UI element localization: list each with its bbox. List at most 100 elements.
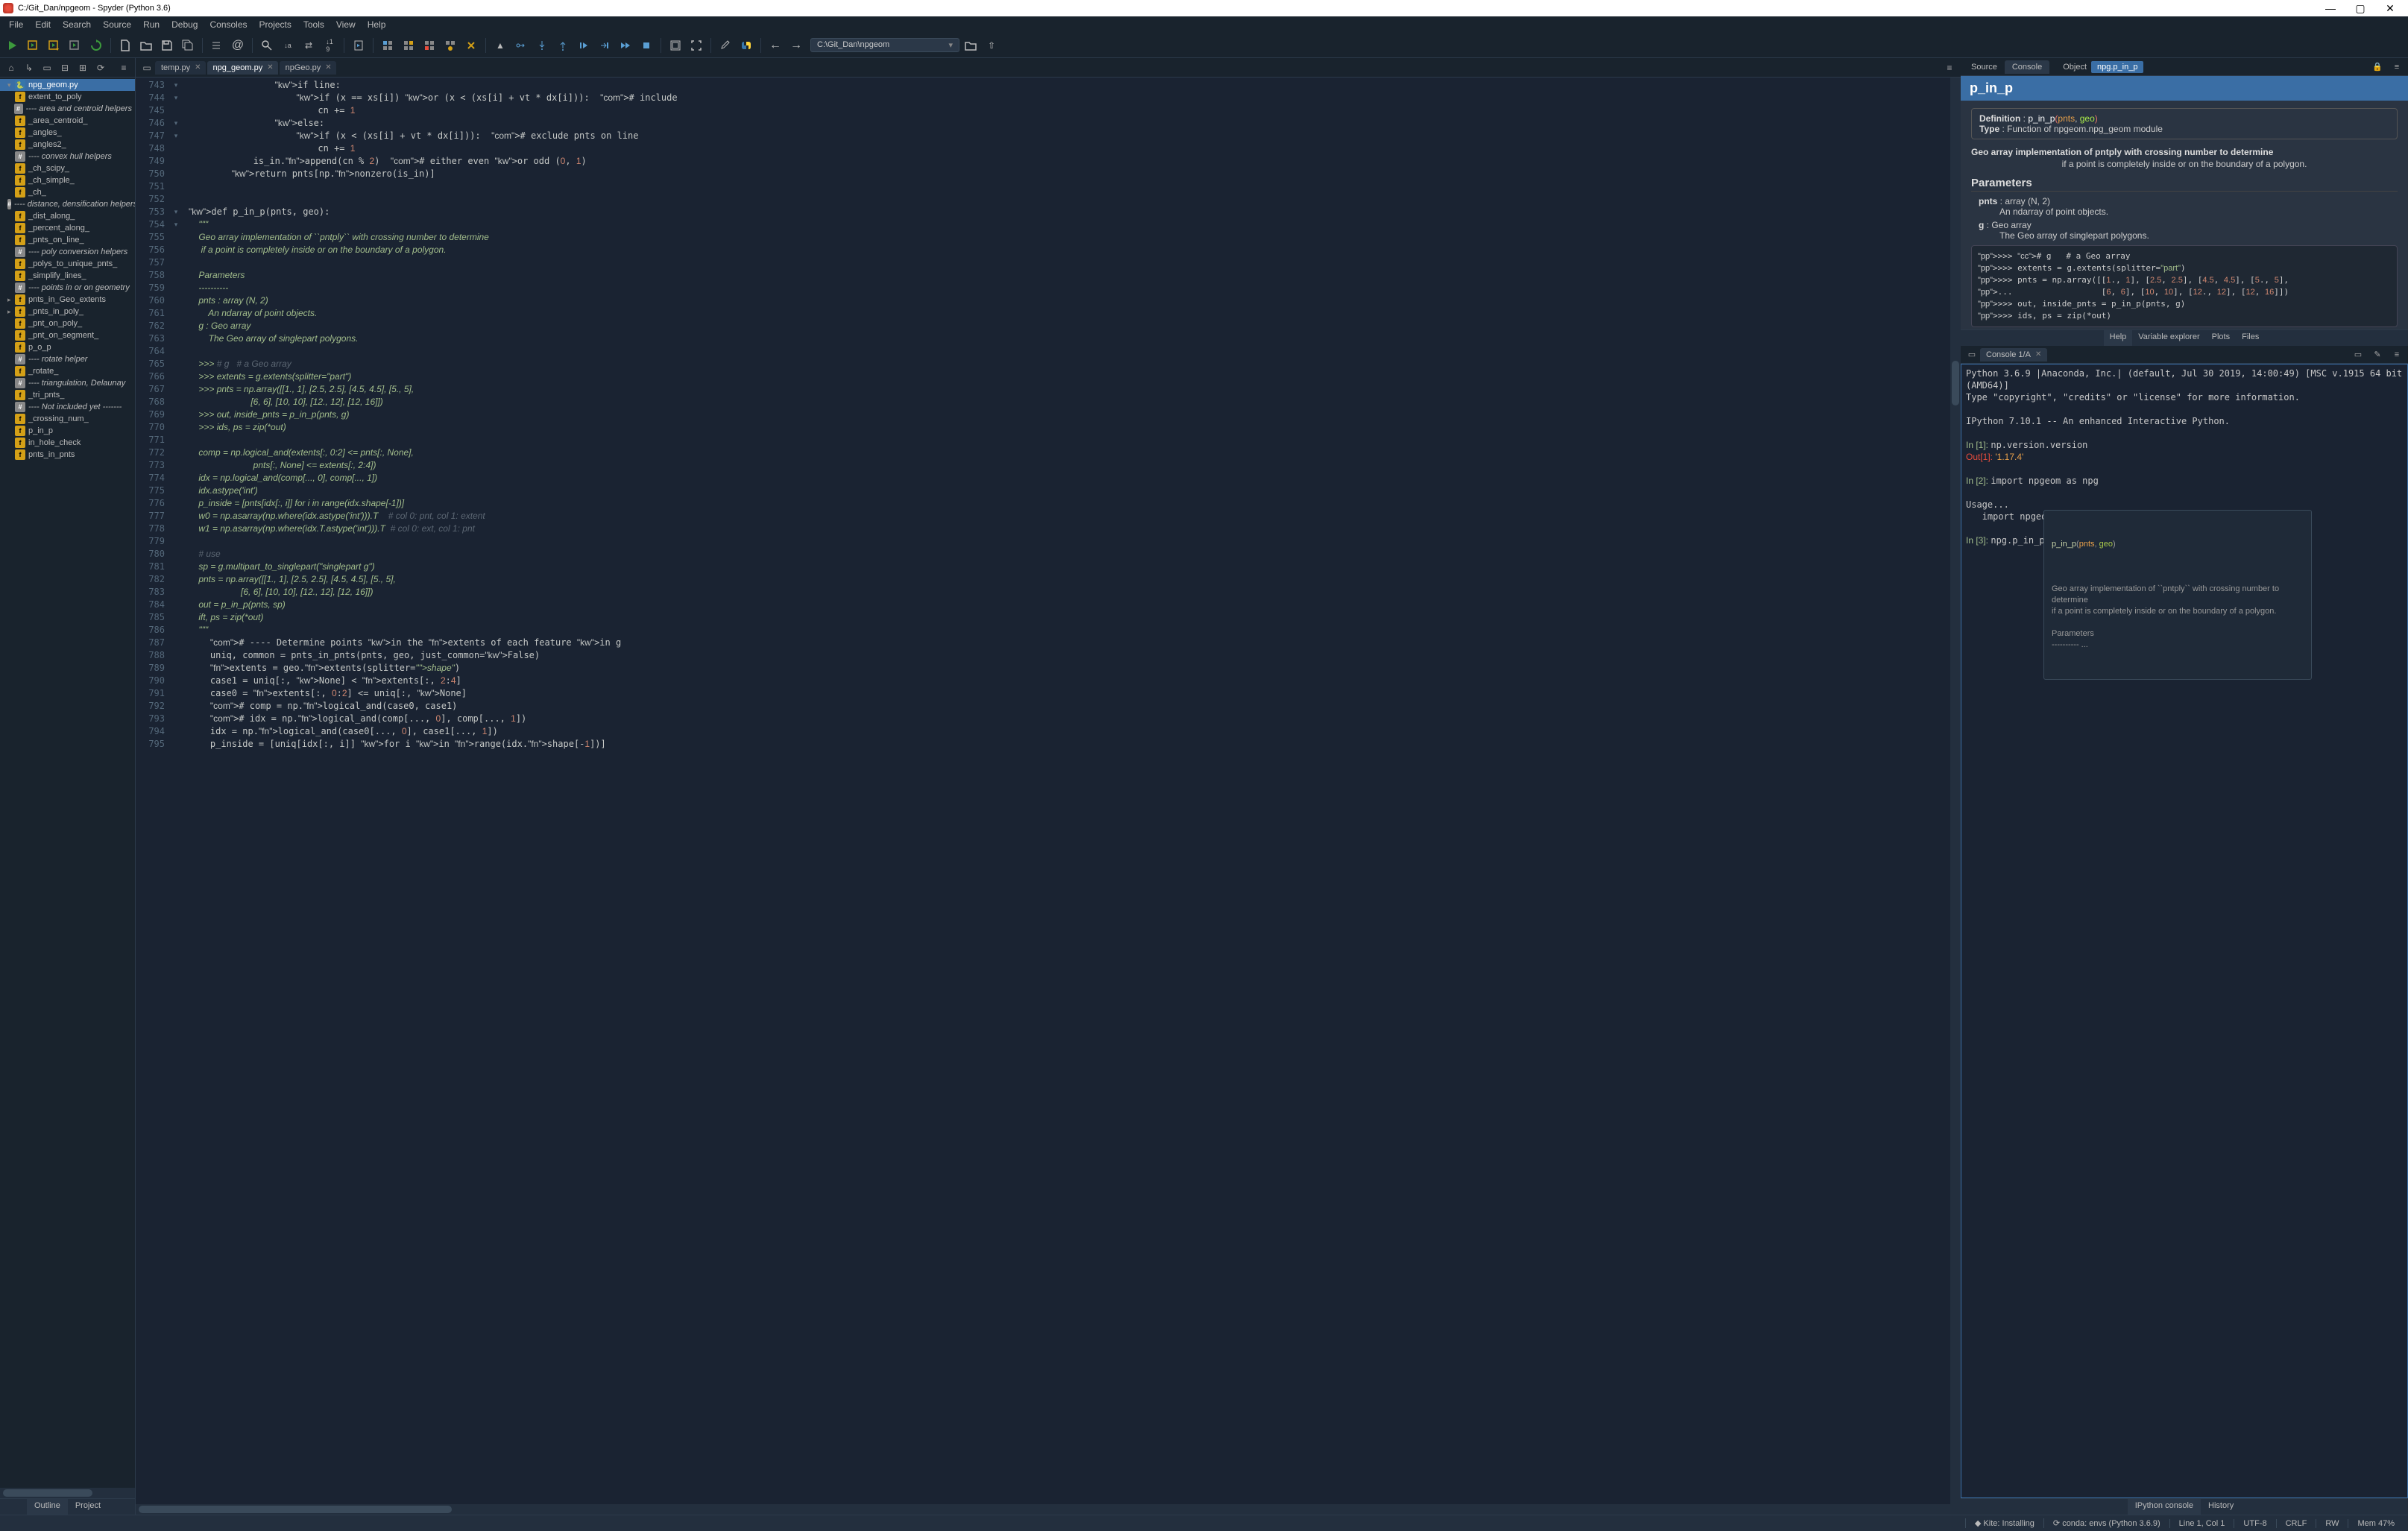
close-button[interactable]: ✕: [2375, 2, 2405, 15]
console-tab-1a[interactable]: Console 1/A✕: [1980, 348, 2047, 362]
cell-nav-button[interactable]: [207, 36, 227, 55]
find-button[interactable]: [257, 36, 277, 55]
editor-browse-icon[interactable]: ▭: [139, 60, 155, 76]
rerun-button[interactable]: [86, 36, 106, 55]
outline-item[interactable]: f_ch_simple_: [0, 174, 135, 186]
debug-continue-button[interactable]: [574, 36, 593, 55]
back-button[interactable]: ←: [766, 36, 785, 55]
outline-doc-icon[interactable]: ▭: [39, 60, 55, 76]
outline-item[interactable]: f_pnt_on_poly_: [0, 318, 135, 329]
outline-item[interactable]: #---- Not included yet -------: [0, 401, 135, 413]
debug-into-button[interactable]: [532, 36, 552, 55]
outline-item[interactable]: #---- distance, densification helpers: [0, 198, 135, 210]
outline-item[interactable]: fextent_to_poly: [0, 91, 135, 103]
console-options-icon[interactable]: ≡: [2389, 347, 2405, 363]
menu-search[interactable]: Search: [57, 18, 97, 31]
outline-item[interactable]: #---- area and centroid helpers: [0, 103, 135, 115]
open-file-button[interactable]: [136, 36, 156, 55]
help-lock-icon[interactable]: 🔒: [2369, 59, 2386, 75]
menu-view[interactable]: View: [330, 18, 362, 31]
editor-tab[interactable]: temp.py✕: [155, 61, 206, 75]
console-browse-icon[interactable]: ▭: [1964, 347, 1980, 363]
debug-goto-button[interactable]: [595, 36, 614, 55]
fullscreen-button[interactable]: [687, 36, 706, 55]
menu-source[interactable]: Source: [97, 18, 137, 31]
remove-button[interactable]: [461, 36, 481, 55]
tab-source[interactable]: Source: [1964, 60, 2005, 74]
outline-item[interactable]: f_tri_pnts_: [0, 389, 135, 401]
maximize-pane-button[interactable]: [666, 36, 685, 55]
outline-item[interactable]: f_pnt_on_segment_: [0, 329, 135, 341]
debug-ff-button[interactable]: [616, 36, 635, 55]
editor-vscroll[interactable]: [1950, 78, 1961, 1504]
sort-num-button[interactable]: ↓19: [320, 36, 339, 55]
outline-item[interactable]: #---- poly conversion helpers: [0, 246, 135, 258]
parent-dir-button[interactable]: ⇧: [982, 36, 1001, 55]
tab-files[interactable]: Files: [2236, 330, 2265, 346]
outline-home-icon[interactable]: ⌂: [3, 60, 19, 76]
tab-outline[interactable]: Outline: [27, 1499, 68, 1515]
outline-item[interactable]: f_percent_along_: [0, 222, 135, 234]
run-selection-button[interactable]: [66, 36, 85, 55]
grid3-button[interactable]: [420, 36, 439, 55]
outline-item[interactable]: f_dist_along_: [0, 210, 135, 222]
tab-project[interactable]: Project: [68, 1499, 108, 1515]
outline-expand-icon[interactable]: ⊞: [75, 60, 91, 76]
tab-ipython[interactable]: IPython console: [2128, 1499, 2201, 1515]
outline-root[interactable]: ▾🐍npg_geom.py: [0, 79, 135, 91]
close-icon[interactable]: ✕: [2035, 350, 2041, 359]
editor-area[interactable]: 743 744 745 746 747 748 749 750 751 752 …: [136, 78, 1961, 1504]
outline-restore-icon[interactable]: ⟳: [92, 60, 109, 76]
tab-varexp[interactable]: Variable explorer: [2132, 330, 2205, 346]
menu-consoles[interactable]: Consoles: [204, 18, 253, 31]
browse-dir-button[interactable]: [961, 36, 980, 55]
save-all-button[interactable]: [178, 36, 198, 55]
editor-hscroll[interactable]: [136, 1504, 1961, 1515]
object-input[interactable]: npg.p_in_p: [2091, 61, 2143, 73]
outline-item[interactable]: f_rotate_: [0, 365, 135, 377]
tab-plots[interactable]: Plots: [2206, 330, 2236, 346]
debug-step-button[interactable]: [511, 36, 531, 55]
status-conda[interactable]: ⟳ conda: envs (Python 3.6.9): [2043, 1518, 2169, 1528]
outline-item[interactable]: f_ch_: [0, 186, 135, 198]
run-cell-button[interactable]: [24, 36, 43, 55]
debug-out-button[interactable]: [553, 36, 573, 55]
outline-options-icon[interactable]: ≡: [116, 60, 132, 76]
console-stop-icon[interactable]: ▭: [2350, 347, 2366, 363]
outline-item[interactable]: #---- triangulation, Delaunay: [0, 377, 135, 389]
sort-az-button[interactable]: ↓a: [278, 36, 297, 55]
maximize-button[interactable]: ▢: [2345, 2, 2375, 15]
run-button[interactable]: [3, 36, 22, 55]
outline-hscroll[interactable]: [0, 1488, 135, 1498]
editor-tab[interactable]: npg_geom.py✕: [207, 61, 278, 75]
swap-button[interactable]: ⇄: [299, 36, 318, 55]
debug-up-button[interactable]: ▲: [491, 36, 510, 55]
menu-projects[interactable]: Projects: [253, 18, 297, 31]
at-button[interactable]: @: [228, 36, 248, 55]
grid1-button[interactable]: [378, 36, 397, 55]
outline-item[interactable]: f_pnts_on_line_: [0, 234, 135, 246]
close-icon[interactable]: ✕: [325, 63, 331, 72]
outline-item[interactable]: #---- convex hull helpers: [0, 151, 135, 162]
outline-item[interactable]: f_angles_: [0, 127, 135, 139]
code-view[interactable]: "kw">if line: "kw">if (x == xs[i]) "kw">…: [183, 78, 1961, 1504]
editor-tab[interactable]: npGeo.py✕: [280, 61, 336, 75]
save-button[interactable]: [157, 36, 177, 55]
debug-file-button[interactable]: [349, 36, 368, 55]
console-clear-icon[interactable]: ✎: [2369, 347, 2386, 363]
tab-console-src[interactable]: Console: [2005, 60, 2049, 74]
grid-eye-button[interactable]: [441, 36, 460, 55]
fold-column[interactable]: ▾▾▾▾▾▾: [169, 78, 183, 1504]
menu-debug[interactable]: Debug: [166, 18, 204, 31]
debug-stop-button[interactable]: [637, 36, 656, 55]
tab-help[interactable]: Help: [2104, 330, 2133, 346]
editor-options-icon[interactable]: ≡: [1941, 60, 1958, 76]
outline-goto-icon[interactable]: ↳: [21, 60, 37, 76]
outline-item[interactable]: fin_hole_check: [0, 437, 135, 449]
python-path-button[interactable]: [737, 36, 756, 55]
console-output[interactable]: Python 3.6.9 |Anaconda, Inc.| (default, …: [1961, 364, 2408, 1498]
outline-item[interactable]: #---- points in or on geometry: [0, 282, 135, 294]
outline-item[interactable]: #---- rotate helper: [0, 353, 135, 365]
outline-item[interactable]: f_angles2_: [0, 139, 135, 151]
run-cell-advance-button[interactable]: [45, 36, 64, 55]
